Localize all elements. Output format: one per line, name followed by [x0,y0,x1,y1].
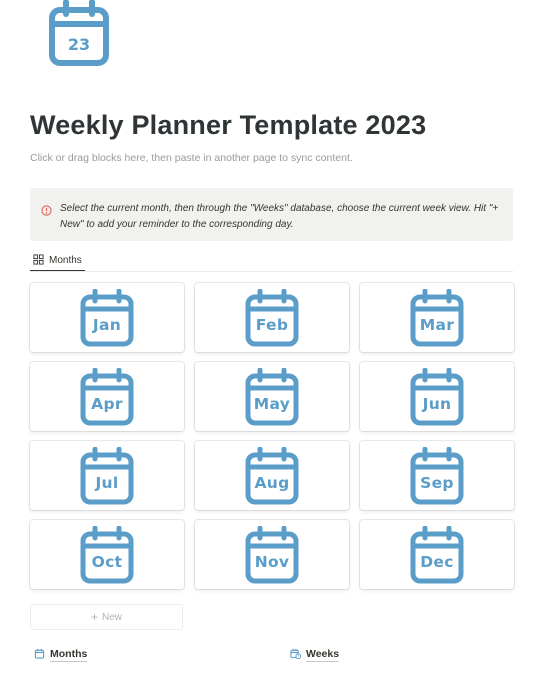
calendar-icon: Aug [245,446,299,505]
calendar-icon: May [245,367,299,426]
calendar-icon: Apr [80,367,134,426]
plus-icon: + [90,610,98,624]
calendar-icon: Oct [80,525,134,584]
month-label: Jul [95,473,119,492]
month-card-feb[interactable]: Feb [195,283,349,352]
calendar-icon: Nov [245,525,299,584]
month-card-jul[interactable]: Jul [30,441,184,510]
page-icon-number: 23 [68,35,90,54]
link-weeks-database[interactable]: Weeks [290,648,340,662]
month-card-may[interactable]: May [195,362,349,431]
info-circle-icon [41,203,52,216]
month-card-jun[interactable]: Jun [360,362,514,431]
link-months-database[interactable]: Months [34,648,88,662]
calendar-icon: Jun [410,367,464,426]
month-label: Sep [420,473,454,492]
page-title: Weekly Planner Template 2023 [30,110,427,140]
month-label: Oct [91,552,123,571]
months-gallery: Jan Feb Mar Apr May Jun Jul Aug Sep Oct … [30,283,514,589]
calendar-icon [34,648,45,662]
month-card-aug[interactable]: Aug [195,441,349,510]
month-label: Jun [422,394,452,413]
month-card-oct[interactable]: Oct [30,520,184,589]
month-card-jan[interactable]: Jan [30,283,184,352]
calendar-clock-icon [290,648,302,662]
tab-months-view[interactable]: Months [30,252,85,272]
calendar-icon: Dec [410,525,464,584]
month-label: Feb [255,315,289,334]
month-card-sep[interactable]: Sep [360,441,514,510]
new-button-label: New [102,611,123,623]
calendar-icon: Jan [80,288,134,347]
tab-divider [30,271,513,272]
page-calendar-icon[interactable]: 23 [48,0,110,68]
calendar-icon: Mar [410,288,464,347]
month-label: Nov [254,552,290,571]
link-months-label: Months [50,648,88,662]
month-card-dec[interactable]: Dec [360,520,514,589]
month-label: Apr [91,394,123,413]
calendar-icon: Jul [80,446,134,505]
sync-block-placeholder[interactable]: Click or drag blocks here, then paste in… [30,152,353,164]
instruction-callout: Select the current month, then through t… [30,188,513,241]
month-label: Dec [420,552,454,571]
month-label: Mar [419,315,455,334]
month-card-mar[interactable]: Mar [360,283,514,352]
month-label: Aug [254,473,290,492]
calendar-icon: Sep [410,446,464,505]
calendar-icon: Feb [245,288,299,347]
month-card-nov[interactable]: Nov [195,520,349,589]
gallery-grid-icon [33,253,44,268]
tab-months-label: Months [49,255,82,266]
month-label: May [253,394,291,413]
callout-text: Select the current month, then through t… [60,203,499,230]
month-card-apr[interactable]: Apr [30,362,184,431]
link-weeks-label: Weeks [306,648,340,662]
month-label: Jan [92,315,122,334]
new-month-button[interactable]: + New [30,604,183,630]
